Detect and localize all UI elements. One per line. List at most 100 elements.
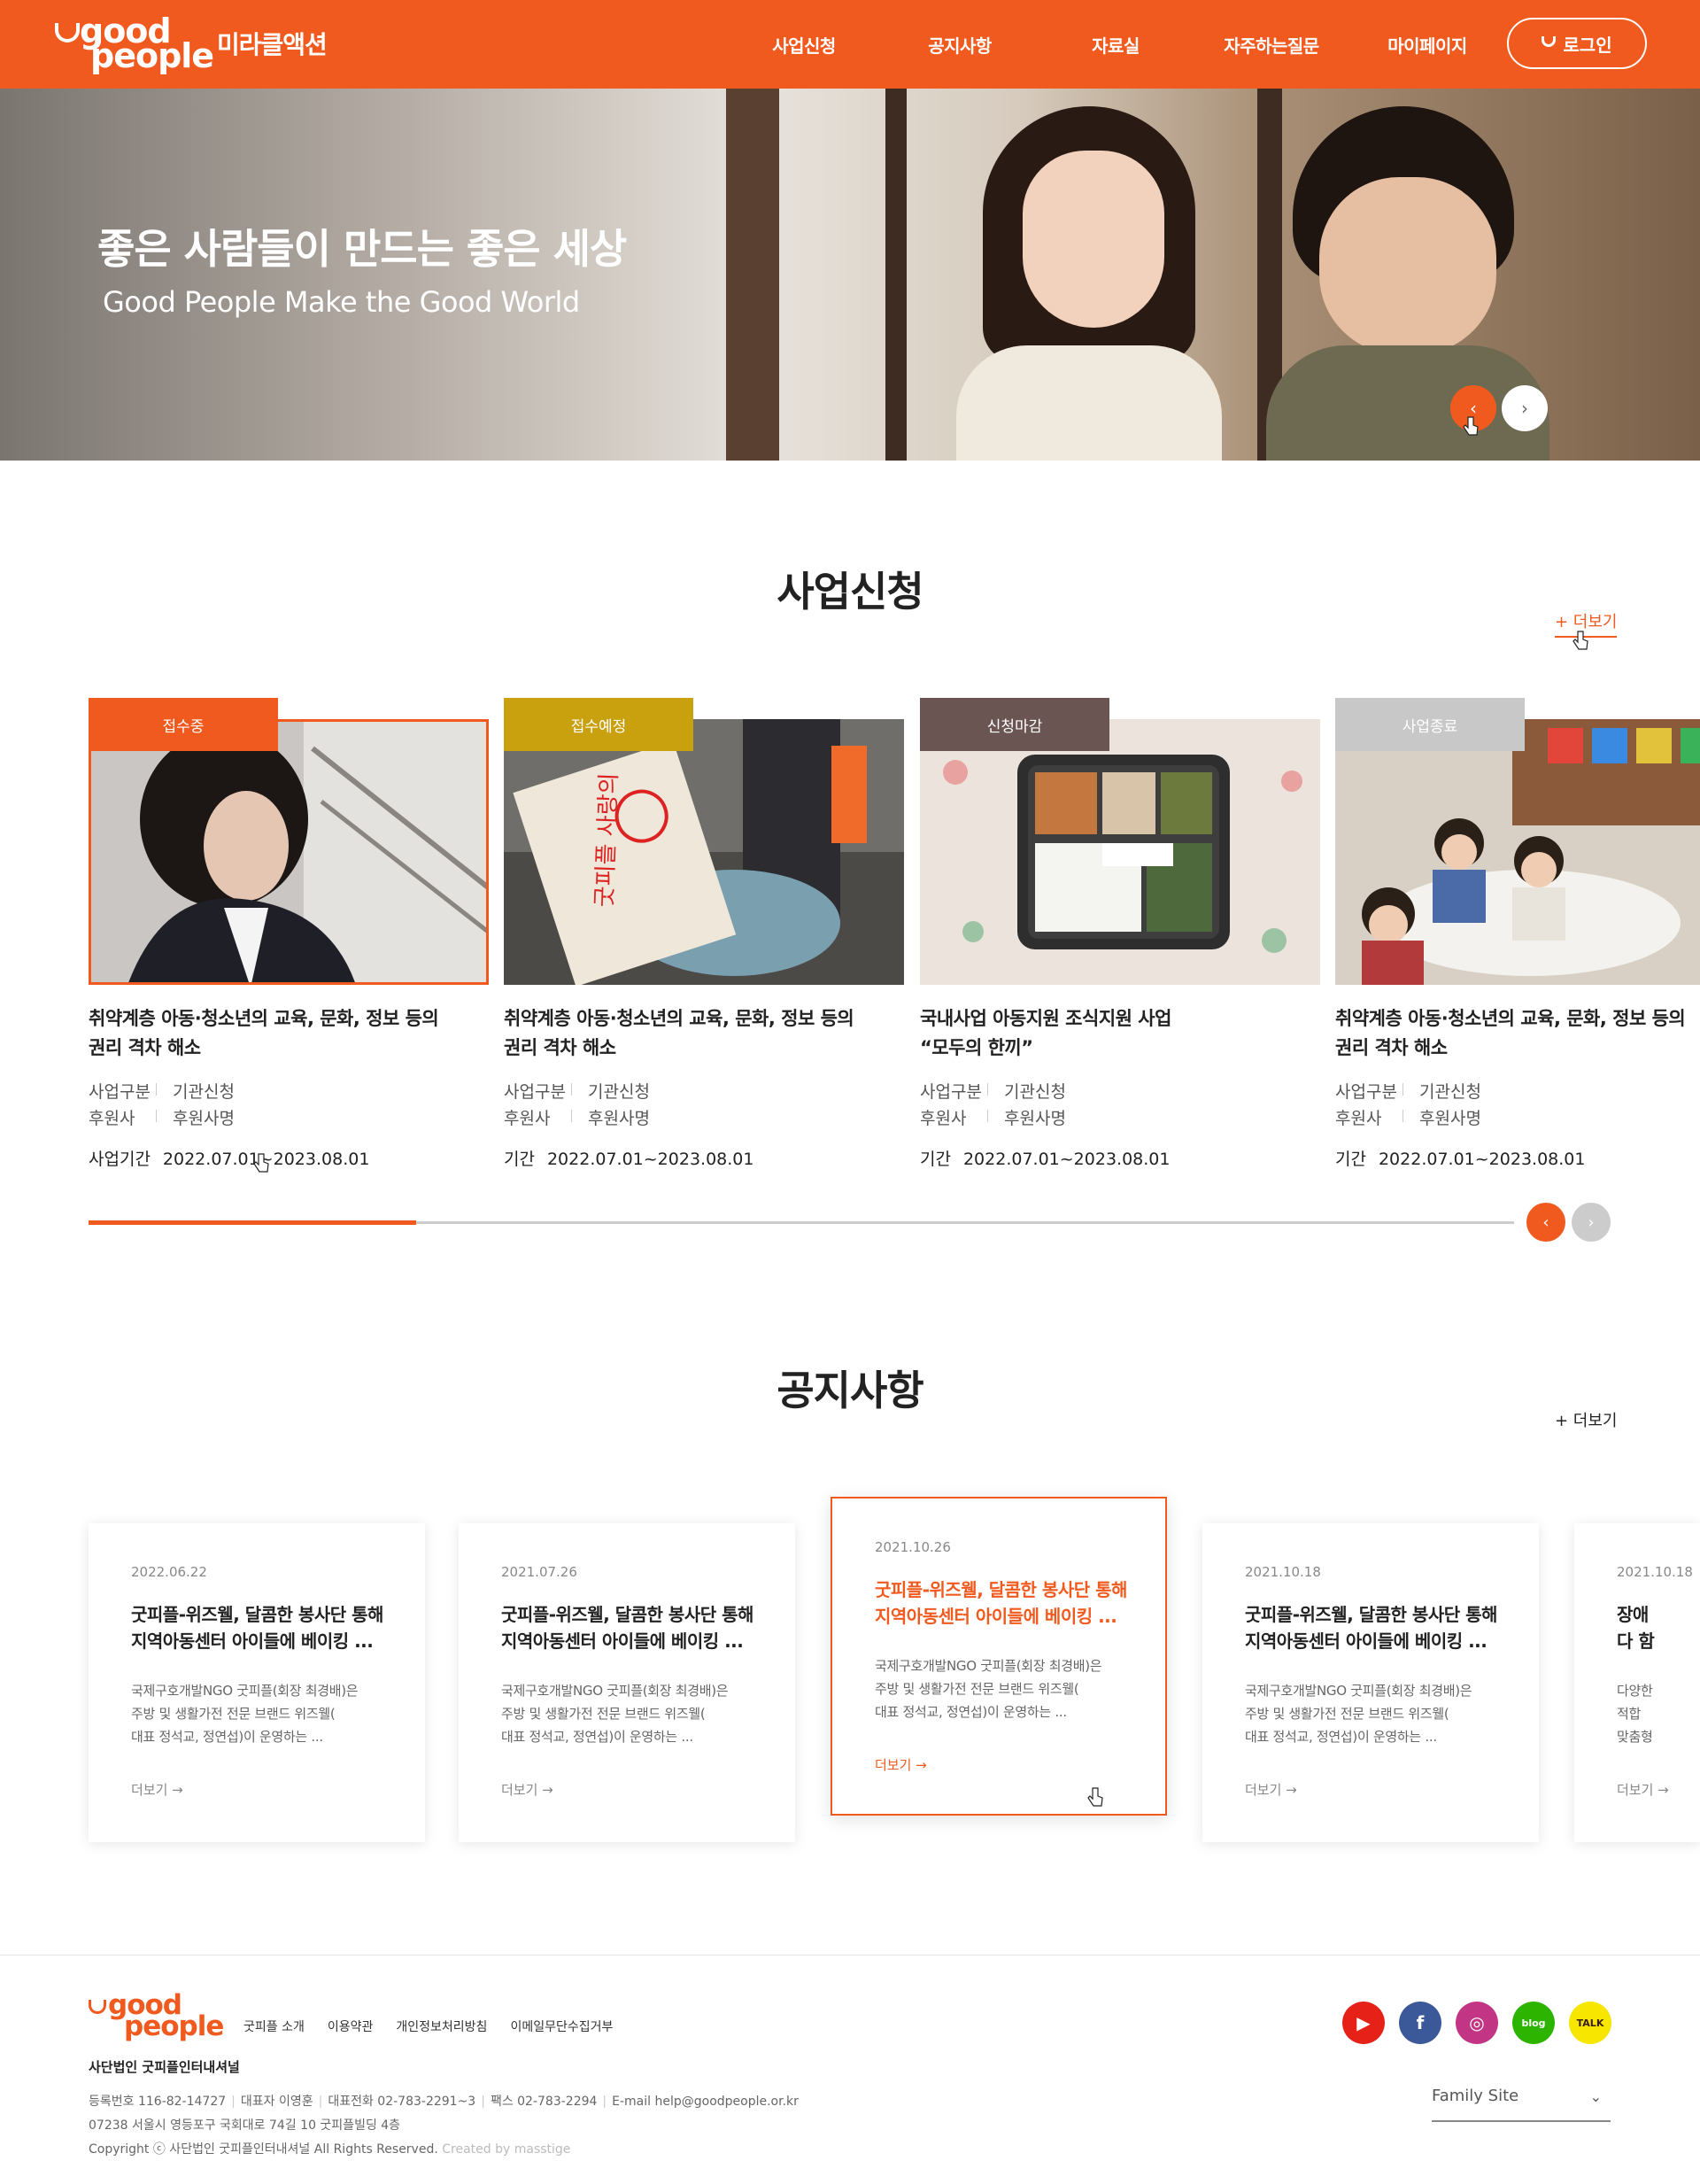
logo-text-bottom: people — [90, 36, 214, 75]
hero-shelf — [885, 89, 907, 461]
notice-date: 2021.07.26 — [501, 1564, 577, 1580]
project-type: 사업구분 기관신청 — [504, 1079, 650, 1103]
youtube-icon[interactable]: ▶ — [1342, 2002, 1385, 2044]
footer-link-privacy[interactable]: 개인정보처리방침 — [396, 2017, 487, 2035]
project-title: 취약계층 아동·청소년의 교육, 문화, 정보 등의 권리 격차 해소 — [1335, 1008, 1686, 1058]
notice-title: 굿피플-위즈웰, 달콤한 봉사단 통해 지역아동센터 아이들에 베이킹 ... — [875, 1579, 1127, 1627]
project-title: 국내사업 아동지원 조식지원 사업 “모두의 한끼” — [920, 1008, 1171, 1058]
notice-more-link[interactable]: 더보기 → — [131, 1780, 183, 1799]
footer-tel: 대표전화 02-783-2291~3 — [328, 2095, 476, 2109]
main-nav: 사업신청 공지사항 자료실 자주하는질문 마이페이지 — [726, 0, 1505, 89]
notice-card[interactable]: 2021.10.18 장애 다 함 다양한 적합 맞춤형 더보기 → — [1574, 1523, 1700, 1842]
carousel-prev-button[interactable]: ‹ — [1526, 1203, 1565, 1242]
notices-more-link[interactable]: + 더보기 — [1555, 1408, 1617, 1431]
status-badge: 신청마감 — [920, 698, 1109, 751]
notice-title: 굿피플-위즈웰, 달콤한 봉사단 통해 지역아동센터 아이들에 베이킹 ... — [501, 1604, 753, 1652]
notice-excerpt: 국제구호개발NGO 굿피플(회장 최경배)은 주방 및 생활가전 전문 브랜드 위… — [1245, 1683, 1472, 1745]
family-site-select[interactable]: Family Site ⌄ — [1432, 2087, 1611, 2122]
chevron-left-icon: ‹ — [1542, 1212, 1549, 1232]
chevron-right-icon: › — [1521, 398, 1528, 419]
hand-cursor-icon — [1463, 416, 1479, 436]
notice-date: 2021.10.26 — [875, 1539, 951, 1555]
notice-excerpt: 다양한 적합 맞춤형 — [1617, 1683, 1653, 1745]
login-button[interactable]: 로그인 — [1507, 18, 1647, 69]
nav-item-archive[interactable]: 자료실 — [1038, 32, 1194, 58]
notice-more-link[interactable]: 더보기 → — [1245, 1780, 1297, 1799]
notices-title: 공지사항 — [777, 1367, 923, 1414]
carousel-progress-bar[interactable] — [89, 1220, 1514, 1225]
footer-link-terms[interactable]: 이용약관 — [328, 2017, 374, 2035]
project-image: 굿피플 사랑의 — [504, 719, 904, 985]
project-period: 사업기간 2022.07.01~2023.08.01 — [89, 1150, 370, 1169]
project-type: 사업구분 기관신청 — [920, 1079, 1066, 1103]
hero-next-button[interactable]: › — [1502, 385, 1548, 431]
login-label: 로그인 — [1563, 34, 1612, 56]
notice-card[interactable]: 2021.07.26 굿피플-위즈웰, 달콤한 봉사단 통해 지역아동센터 아이들… — [459, 1523, 795, 1842]
carousel-next-button[interactable]: › — [1572, 1203, 1611, 1242]
footer-address: 07238 서울시 영등포구 국회대로 74길 10 굿피플빌딩 4층 — [89, 2118, 401, 2133]
logo-smile-icon — [89, 2000, 106, 2014]
footer-links: 굿피플 소개 이용약관 개인정보처리방침 이메일무단수집거부 — [243, 2017, 636, 2035]
carousel-progress-fill — [89, 1220, 417, 1225]
projects-title: 사업신청 — [777, 568, 923, 616]
notice-title: 장애 다 함 — [1617, 1604, 1655, 1652]
logo-text-bottom: people — [124, 2010, 224, 2042]
notice-title: 굿피플-위즈웰, 달콤한 봉사단 통해 지역아동센터 아이들에 베이킹 ... — [131, 1604, 383, 1652]
notice-date: 2021.10.18 — [1245, 1564, 1321, 1580]
kakaotalk-icon[interactable]: TALK — [1569, 2002, 1611, 2044]
nav-item-apply[interactable]: 사업신청 — [726, 32, 882, 58]
instagram-icon[interactable]: ◎ — [1456, 2002, 1498, 2044]
hero-shelf — [726, 89, 779, 461]
notice-excerpt: 국제구호개발NGO 굿피플(회장 최경배)은 주방 및 생활가전 전문 브랜드 위… — [875, 1658, 1102, 1720]
project-period: 기간 2022.07.01~2023.08.01 — [920, 1150, 1171, 1169]
notice-excerpt: 국제구호개발NGO 굿피플(회장 최경배)은 주방 및 생활가전 전문 브랜드 위… — [131, 1683, 359, 1745]
project-title: 취약계층 아동·청소년의 교육, 문화, 정보 등의 권리 격차 해소 — [504, 1008, 854, 1058]
notice-card[interactable]: 2022.06.22 굿피플-위즈웰, 달콤한 봉사단 통해 지역아동센터 아이들… — [89, 1523, 425, 1842]
hero-banner: 좋은 사람들이 만드는 좋은 세상 Good People Make the G… — [0, 89, 1700, 461]
footer-link-email-policy[interactable]: 이메일무단수집거부 — [510, 2017, 613, 2035]
notice-more-link[interactable]: 더보기 → — [1617, 1780, 1669, 1799]
logo-smile-icon — [55, 23, 80, 43]
blog-icon[interactable]: blog — [1512, 2002, 1555, 2044]
hero-title: 좋은 사람들이 만드는 좋은 세상 — [97, 225, 627, 273]
project-title: 취약계층 아동·청소년의 교육, 문화, 정보 등의 권리 격차 해소 — [89, 1008, 439, 1058]
smile-icon — [1542, 36, 1557, 47]
status-badge: 사업종료 — [1335, 698, 1525, 751]
footer-org-name: 사단법인 굿피플인터내셔널 — [89, 2059, 240, 2075]
brand-name: 미라클액션 — [217, 30, 328, 59]
site-header: good people 미라클액션 사업신청 공지사항 자료실 자주하는질문 마… — [0, 0, 1700, 89]
project-period: 기간 2022.07.01~2023.08.01 — [504, 1150, 754, 1169]
nav-item-mypage[interactable]: 마이페이지 — [1349, 32, 1505, 58]
project-period: 기간 2022.07.01~2023.08.01 — [1335, 1150, 1586, 1169]
footer-link-about[interactable]: 굿피플 소개 — [243, 2017, 305, 2035]
site-footer: good people 굿피플 소개 이용약관 개인정보처리방침 이메일무단수집… — [0, 1955, 1700, 2184]
family-site-label: Family Site — [1432, 2087, 1519, 2105]
footer-fax: 팩스 02-783-2294 — [490, 2095, 598, 2109]
footer-email: E-mail help@goodpeople.or.kr — [612, 2095, 799, 2109]
footer-logo[interactable]: good people — [89, 1989, 224, 2042]
project-sponsor: 후원사 후원사명 — [504, 1105, 650, 1129]
project-sponsor: 후원사 후원사명 — [89, 1105, 235, 1129]
notice-more-link[interactable]: 더보기 → — [501, 1780, 553, 1799]
hand-cursor-icon — [1087, 1787, 1103, 1807]
notice-card[interactable]: 2021.10.18 굿피플-위즈웰, 달콤한 봉사단 통해 지역아동센터 아이들… — [1202, 1523, 1539, 1842]
project-image — [1335, 719, 1700, 985]
hero-photo-girl — [956, 97, 1222, 461]
notice-date: 2021.10.18 — [1617, 1564, 1693, 1580]
notice-card-active[interactable]: 2021.10.26 굿피플-위즈웰, 달콤한 봉사단 통해 지역아동센터 아이들… — [831, 1497, 1167, 1816]
status-badge: 접수중 — [89, 698, 278, 751]
nav-item-notice[interactable]: 공지사항 — [882, 32, 1038, 58]
project-sponsor: 후원사 후원사명 — [1335, 1105, 1481, 1129]
footer-ceo: 대표자 이영훈 — [240, 2095, 313, 2109]
nav-item-faq[interactable]: 자주하는질문 — [1194, 32, 1349, 58]
notice-more-link[interactable]: 더보기 → — [875, 1755, 927, 1774]
chevron-right-icon: › — [1588, 1212, 1595, 1232]
hand-cursor-icon — [1572, 631, 1588, 650]
notice-date: 2022.06.22 — [131, 1564, 207, 1580]
footer-reg-number: 등록번호 116-82-14727 — [89, 2095, 227, 2109]
hero-subtitle: Good People Make the Good World — [103, 285, 580, 319]
facebook-icon[interactable]: f — [1399, 2002, 1441, 2044]
status-badge: 접수예정 — [504, 698, 693, 751]
chevron-down-icon: ⌄ — [1589, 2088, 1602, 2105]
logo-link[interactable]: good people 미라클액션 — [53, 12, 328, 75]
